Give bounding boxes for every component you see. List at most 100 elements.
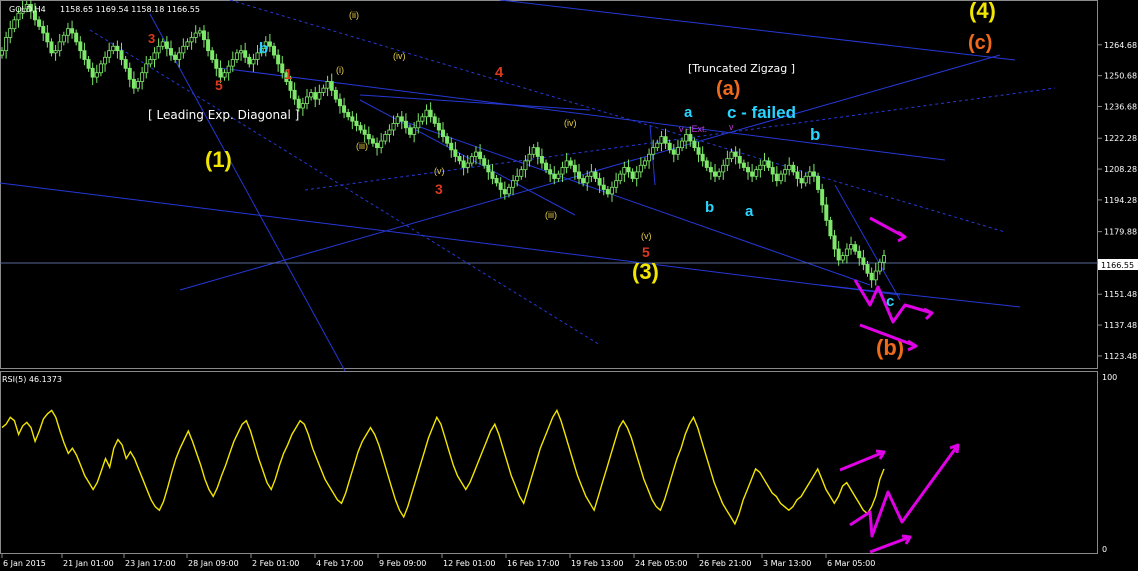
candle-body — [358, 125, 363, 131]
candle-body — [630, 171, 635, 179]
candle-body — [243, 50, 248, 58]
candle-body — [300, 103, 305, 109]
candle-body — [721, 164, 726, 173]
wave-label: (iv) — [564, 118, 577, 128]
candle-body — [663, 136, 668, 144]
candle-body — [667, 142, 672, 151]
candle-body — [618, 173, 623, 182]
candle-body — [523, 160, 528, 171]
date-axis: 6 Jan 2015 21 Jan 01:00 23 Jan 17:00 28 Jan… — [1, 554, 875, 568]
candle-body — [144, 63, 149, 74]
price-axis: 1264.68 1250.68 1236.68 1222.28 1208.28 1194.… — [1098, 41, 1137, 361]
candle-body — [737, 156, 742, 164]
candle-body — [61, 34, 66, 43]
price-tick-label: 1123.48 — [1104, 352, 1137, 361]
candle-body — [350, 116, 355, 122]
candle-body — [535, 147, 540, 157]
symbol-name: GOLD,H4 — [9, 5, 46, 14]
wave-label: v — [729, 122, 734, 132]
candle-body — [799, 178, 804, 184]
candle-body — [539, 156, 544, 164]
candle-body — [16, 12, 21, 21]
date-tick-label: 12 Feb 01:00 — [443, 559, 495, 568]
candle-body — [65, 28, 70, 36]
candle-body — [387, 129, 392, 135]
candle-body — [708, 167, 713, 173]
candle-body — [659, 136, 664, 144]
candle-body — [375, 142, 380, 149]
candle-body — [131, 78, 136, 89]
candle-body — [688, 134, 693, 142]
wave-label: v - Ext. — [679, 124, 707, 134]
candle-body — [597, 178, 602, 186]
candle-body — [251, 59, 256, 65]
candle-body — [568, 160, 573, 166]
candle-body — [185, 41, 190, 47]
candle-body — [41, 26, 46, 34]
candle-body — [490, 171, 495, 179]
candle-body — [770, 167, 775, 175]
candle-body — [717, 171, 722, 177]
candle-body — [882, 255, 887, 263]
date-tick-label: 3 Mar 13:00 — [763, 559, 811, 568]
symbol-quote: 1158.65 1169.54 1158.18 1166.55 — [60, 5, 200, 14]
current-price-tag: 1166.55 — [1098, 259, 1138, 270]
candle-body — [519, 169, 524, 177]
candle-body — [552, 173, 557, 179]
candle-body — [684, 134, 689, 142]
candle-body — [795, 171, 800, 179]
price-tick-label: 1179.88 — [1104, 228, 1137, 237]
truncated-zigzag-note: [Truncated Zigzag ] — [688, 62, 795, 75]
candle-body — [816, 175, 821, 190]
wave-label: 3 — [148, 31, 155, 46]
candle-body — [857, 250, 862, 259]
candle-body — [239, 50, 244, 54]
candle-body — [181, 45, 186, 54]
candle-body — [750, 171, 755, 177]
wave-label: (4) — [969, 0, 996, 23]
candle-body — [57, 41, 62, 52]
candle-body — [589, 171, 594, 177]
candle-body — [548, 169, 553, 175]
price-tick-label: 1208.28 — [1104, 165, 1137, 174]
rsi-indicator-label: RSI(5) 46.1373 — [2, 375, 62, 384]
candle-body — [853, 244, 858, 252]
date-tick-label: 21 Jan 01:00 — [63, 559, 114, 568]
candle-body — [622, 167, 627, 175]
wave-label: (i) — [336, 65, 344, 75]
candle-body — [498, 182, 503, 190]
candle-body — [267, 41, 272, 47]
candle-body — [383, 134, 388, 142]
candle-body — [700, 153, 705, 162]
candle-body — [309, 92, 314, 98]
candle-body — [424, 109, 429, 118]
candle-body — [4, 37, 9, 52]
candle-body — [325, 81, 330, 89]
candle-body — [177, 52, 182, 60]
candle-body — [148, 59, 153, 65]
candle-body — [296, 98, 301, 109]
candle-body — [152, 52, 157, 60]
candle-body — [354, 120, 359, 127]
candle-body — [342, 105, 347, 113]
candle-body — [832, 235, 837, 250]
candle-body — [791, 164, 796, 173]
wave-label: (3) — [632, 259, 659, 284]
candle-body — [412, 127, 417, 135]
wave-label: (ii) — [349, 10, 359, 20]
candle-body — [218, 67, 223, 78]
candle-body — [160, 41, 165, 47]
candle-body — [416, 120, 421, 129]
candle-body — [511, 180, 516, 188]
candle-body — [234, 52, 239, 60]
candle-body — [638, 164, 643, 173]
rsi-tick-label: 0 — [1102, 545, 1107, 554]
candle-body — [642, 160, 647, 166]
candle-body — [704, 160, 709, 168]
wave-label: b — [810, 125, 820, 144]
candle-body — [696, 147, 701, 155]
candle-body — [762, 160, 767, 166]
candle-body — [824, 204, 829, 221]
candle-body — [758, 164, 763, 171]
candle-body — [82, 50, 87, 60]
